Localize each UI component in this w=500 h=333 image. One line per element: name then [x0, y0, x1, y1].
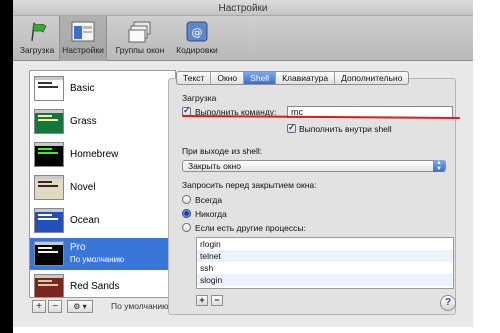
flag-icon: [31, 22, 47, 42]
tab-keyboard[interactable]: Клавиатура: [276, 72, 336, 84]
profile-name: Basic: [70, 83, 95, 94]
svg-text:@: @: [192, 26, 203, 39]
profile-thumbnail: [34, 208, 64, 233]
toolbar-window-groups[interactable]: Группы окон: [109, 18, 171, 60]
profile-item-grass[interactable]: Grass: [30, 106, 175, 138]
settings-window-icon: [71, 21, 95, 42]
profile-name: Red Sands: [70, 281, 120, 292]
on-exit-select[interactable]: Закрыть окно ▲ ▼: [182, 160, 446, 172]
radio-never[interactable]: [182, 209, 191, 218]
profile-item-novel[interactable]: Novel: [30, 172, 175, 204]
profile-thumbnail: [34, 241, 64, 266]
default-profile-label: По умолчанию: [70, 255, 125, 264]
toolbar-label-encodings: Кодировки: [176, 45, 218, 55]
window-groups-icon: [128, 21, 151, 43]
profile-item-ocean[interactable]: Ocean: [30, 205, 175, 237]
profile-item-pro[interactable]: Pro По умолчанию: [30, 238, 175, 270]
on-exit-heading: При выходе из shell:: [182, 146, 263, 156]
profile-name: Novel: [70, 182, 96, 193]
process-list[interactable]: rlogin telnet ssh slogin: [196, 237, 454, 289]
run-in-shell-label: Выполнить внутри shell: [299, 124, 392, 134]
profile-thumbnail: [34, 142, 64, 167]
title-bar: Настройки: [13, 0, 473, 16]
profile-item-homebrew[interactable]: Homebrew: [30, 139, 175, 171]
tab-advanced[interactable]: Дополнительно: [335, 72, 408, 84]
on-exit-selected-value: Закрыть окно: [188, 161, 241, 171]
window-title: Настройки: [218, 3, 268, 14]
toolbar-encodings[interactable]: @ Кодировки: [173, 18, 221, 60]
toolbar-label-window-groups: Группы окон: [115, 45, 165, 55]
chevron-updown-icon: ▲ ▼: [433, 160, 445, 172]
settings-tabs: Текст Окно Shell Клавиатура Дополнительн…: [176, 71, 410, 85]
radio-always-label: Всегда: [195, 195, 223, 205]
tab-text[interactable]: Текст: [177, 72, 212, 84]
profile-name: Grass: [70, 116, 97, 127]
prompt-heading: Запросить перед закрытием окна:: [182, 180, 317, 190]
toolbar-label-settings: Настройки: [62, 45, 104, 55]
encodings-icon: @: [186, 21, 208, 42]
profile-thumbnail: [34, 76, 64, 101]
profile-name: Ocean: [70, 215, 100, 226]
profile-name: Homebrew: [70, 149, 119, 160]
profile-thumbnail: [34, 175, 64, 200]
remove-process-button[interactable]: −: [211, 295, 223, 306]
set-default-button[interactable]: По умолчанию: [111, 301, 168, 311]
add-profile-button[interactable]: +: [32, 300, 46, 313]
startup-heading: Загрузка: [182, 93, 217, 103]
list-item[interactable]: telnet: [197, 250, 453, 262]
profile-thumbnail: [34, 109, 64, 134]
left-black-margin: [0, 0, 13, 333]
profile-item-red-sands[interactable]: Red Sands: [30, 271, 175, 297]
profile-list: Basic Grass Homebrew Novel Ocean Pro По …: [29, 70, 176, 298]
profile-list-controls: + − ⚙ ▾ По умолчанию: [29, 298, 176, 313]
radio-never-label: Никогда: [195, 209, 227, 219]
add-process-button[interactable]: +: [196, 295, 208, 306]
tab-shell[interactable]: Shell: [244, 72, 277, 84]
tab-window[interactable]: Окно: [211, 72, 245, 84]
list-item[interactable]: rlogin: [197, 238, 453, 250]
radio-always[interactable]: [182, 195, 191, 204]
radio-if-processes[interactable]: [182, 223, 191, 232]
remove-profile-button[interactable]: −: [48, 300, 62, 313]
run-in-shell-checkbox[interactable]: [287, 122, 296, 133]
list-item[interactable]: ssh: [197, 262, 453, 274]
toolbar-settings[interactable]: Настройки: [59, 16, 107, 61]
radio-if-processes-label: Если есть другие процессы:: [195, 223, 306, 233]
toolbar: Загрузка Настройки Группы окон @ Кодиров…: [13, 16, 473, 61]
profile-name: Pro: [70, 242, 86, 253]
profile-item-basic[interactable]: Basic: [30, 73, 175, 105]
gear-menu-button[interactable]: ⚙ ▾: [67, 300, 93, 313]
right-margin: [473, 0, 500, 333]
profile-thumbnail: [34, 274, 64, 297]
toolbar-label-startup: Загрузка: [19, 45, 55, 55]
list-item[interactable]: slogin: [197, 274, 453, 286]
help-button[interactable]: ?: [440, 295, 456, 311]
toolbar-startup[interactable]: Загрузка: [16, 18, 58, 60]
